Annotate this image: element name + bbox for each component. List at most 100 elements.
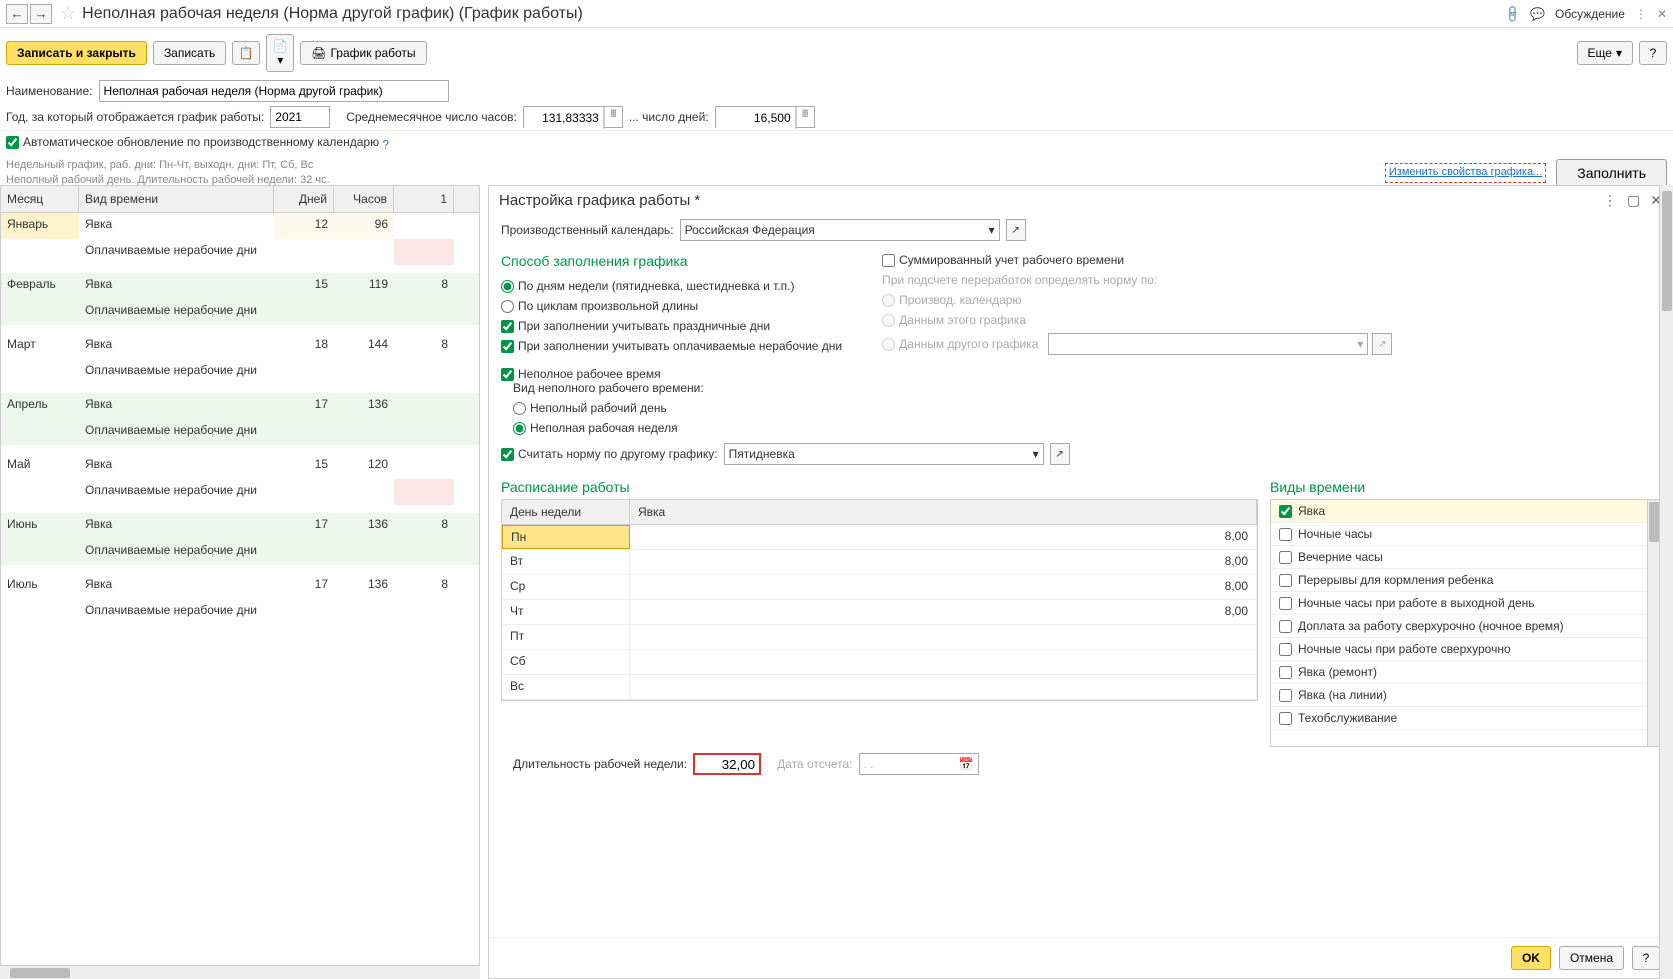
time-type-checkbox[interactable] [1279, 712, 1292, 725]
table-row[interactable]: ИюньЯвка171368 [1, 513, 479, 539]
table-row[interactable]: Оплачиваемые нерабочие дни [1, 239, 479, 265]
table-cell: Оплачиваемые нерабочие дни [79, 599, 274, 625]
norm-graph-select[interactable]: Пятидневка ▾ [724, 443, 1044, 465]
overtime-this-radio: Данным этого графика [882, 313, 1392, 327]
table-row[interactable]: ФевральЯвка151198 [1, 273, 479, 299]
partial-week-radio[interactable]: Неполная рабочая неделя [513, 421, 1660, 435]
calendar-select[interactable]: Российская Федерация ▾ [680, 219, 1000, 241]
table-row[interactable]: Оплачиваемые нерабочие дни [1, 419, 479, 445]
table-row[interactable]: Оплачиваемые нерабочие дни [1, 599, 479, 625]
time-type-checkbox[interactable] [1279, 666, 1292, 679]
schedule-day-row[interactable]: Пт [502, 625, 1257, 650]
time-type-checkbox[interactable] [1279, 551, 1292, 564]
avg-hours-input[interactable] [524, 107, 604, 129]
footer-help-button[interactable]: ? [1632, 946, 1660, 970]
save-button[interactable]: Записать [153, 41, 226, 65]
year-label: Год, за который отображается график рабо… [6, 110, 264, 124]
time-type-row[interactable]: Явка [1271, 500, 1659, 523]
auto-update-checkbox[interactable]: Автоматическое обновление по производств… [6, 135, 379, 149]
partial-time-check[interactable]: Неполное рабочее время [501, 367, 1660, 381]
main-scrollbar[interactable] [1659, 185, 1673, 979]
list-button[interactable]: 📋 [232, 41, 260, 65]
types-scrollbar[interactable] [1647, 500, 1659, 746]
chat-icon[interactable]: 💬 [1530, 7, 1545, 21]
table-row[interactable]: МартЯвка181448 [1, 333, 479, 359]
time-type-checkbox[interactable] [1279, 574, 1292, 587]
close-icon[interactable]: ✕ [1657, 7, 1667, 21]
year-spinner[interactable] [270, 106, 330, 128]
save-and-close-button[interactable]: Записать и закрыть [6, 41, 147, 65]
table-row[interactable]: Оплачиваемые нерабочие дни [1, 359, 479, 385]
table-row[interactable]: МайЯвка15120 [1, 453, 479, 479]
fill-by-days-radio[interactable]: По дням недели (пятидневка, шестидневка … [501, 279, 842, 293]
time-type-row[interactable]: Перерывы для кормления ребенка [1271, 569, 1659, 592]
table-cell: Явка [79, 213, 274, 239]
time-types-table[interactable]: ЯвкаНочные часыВечерние часыПерерывы для… [1270, 499, 1660, 747]
nav-back-button[interactable]: ← [6, 4, 28, 24]
time-type-row[interactable]: Явка (на линии) [1271, 684, 1659, 707]
schedule-day-row[interactable]: Ср8,00 [502, 575, 1257, 600]
more-button[interactable]: Еще ▾ [1577, 41, 1633, 65]
table-h-scrollbar[interactable] [0, 965, 480, 979]
link-icon[interactable]: 🔗 [1502, 3, 1522, 23]
time-type-row[interactable]: Ночные часы при работе сверхурочно [1271, 638, 1659, 661]
time-type-checkbox[interactable] [1279, 505, 1292, 518]
panel-kebab-icon[interactable]: ⋮ [1603, 192, 1617, 209]
table-row[interactable]: Оплачиваемые нерабочие дни [1, 299, 479, 325]
consider-paid-off-check[interactable]: При заполнении учитывать оплачиваемые не… [501, 339, 842, 353]
header-days: Дней [274, 186, 334, 212]
schedule-day-row[interactable]: Пн8,00 [502, 525, 1257, 550]
time-type-row[interactable]: Ночные часы [1271, 523, 1659, 546]
table-row[interactable]: Оплачиваемые нерабочие дни [1, 539, 479, 565]
copy-dropdown-button[interactable]: 📄▾ [266, 34, 294, 72]
sum-time-check[interactable]: Суммированный учет рабочего времени [882, 253, 1392, 267]
change-properties-link[interactable]: Изменить свойства графика... [1385, 163, 1546, 182]
avg-days-input[interactable] [716, 107, 796, 129]
time-type-row[interactable]: Ночные часы при работе в выходной день [1271, 592, 1659, 615]
ok-button[interactable]: OK [1511, 946, 1551, 970]
calculator-icon[interactable]: 🖩 [604, 107, 622, 127]
calc-norm-check[interactable]: Считать норму по другому графику: [501, 447, 718, 461]
table-row[interactable]: ЯнварьЯвка1296 [1, 213, 479, 239]
table-row[interactable]: Оплачиваемые нерабочие дни [1, 479, 479, 505]
panel-maximize-icon[interactable]: ▢ [1627, 192, 1640, 209]
time-type-checkbox[interactable] [1279, 597, 1292, 610]
schedule-day-row[interactable]: Чт8,00 [502, 600, 1257, 625]
help-button[interactable]: ? [1639, 41, 1667, 65]
calculator-icon[interactable]: 🖩 [796, 107, 814, 127]
duration-input[interactable] [693, 753, 761, 775]
table-cell: 12 [274, 213, 334, 239]
schedule-days-table[interactable]: День недели Явка Пн8,00Вт8,00Ср8,00Чт8,0… [501, 499, 1258, 701]
schedule-day-row[interactable]: Вс [502, 675, 1257, 700]
print-schedule-button[interactable]: 🖨 График работы [300, 41, 426, 65]
schedule-settings-panel: Настройка графика работы * ⋮ ▢ ✕ Произво… [488, 185, 1673, 979]
norm-open-button[interactable]: ↗ [1050, 443, 1070, 465]
time-type-checkbox[interactable] [1279, 528, 1292, 541]
calendar-open-button[interactable]: ↗ [1006, 219, 1026, 241]
time-type-row[interactable]: Вечерние часы [1271, 546, 1659, 569]
kebab-menu-icon[interactable]: ⋮ [1635, 7, 1647, 21]
cancel-button[interactable]: Отмена [1559, 946, 1624, 970]
schedule-day-row[interactable]: Вт8,00 [502, 550, 1257, 575]
auto-update-check-input[interactable] [6, 136, 19, 149]
fill-button[interactable]: Заполнить [1556, 159, 1667, 187]
favorite-star-icon[interactable]: ☆ [60, 3, 76, 24]
help-icon[interactable]: ? [382, 138, 389, 152]
table-row[interactable]: АпрельЯвка17136 [1, 393, 479, 419]
name-input[interactable] [99, 80, 449, 102]
nav-forward-button[interactable]: → [30, 4, 52, 24]
time-type-row[interactable]: Техобслуживание [1271, 707, 1659, 730]
table-cell: Апрель [1, 393, 79, 419]
schedule-table[interactable]: Месяц Вид времени Дней Часов 1 ЯнварьЯвк… [0, 185, 480, 979]
partial-day-radio[interactable]: Неполный рабочий день [513, 401, 1660, 415]
time-type-checkbox[interactable] [1279, 689, 1292, 702]
table-row[interactable]: ИюльЯвка171368 [1, 573, 479, 599]
time-type-checkbox[interactable] [1279, 620, 1292, 633]
time-type-row[interactable]: Явка (ремонт) [1271, 661, 1659, 684]
time-type-row[interactable]: Доплата за работу сверхурочно (ночное вр… [1271, 615, 1659, 638]
schedule-day-row[interactable]: Сб [502, 650, 1257, 675]
fill-by-cycles-radio[interactable]: По циклам произвольной длины [501, 299, 842, 313]
discussion-link[interactable]: Обсуждение [1555, 7, 1625, 21]
time-type-checkbox[interactable] [1279, 643, 1292, 656]
consider-holidays-check[interactable]: При заполнении учитывать праздничные дни [501, 319, 842, 333]
